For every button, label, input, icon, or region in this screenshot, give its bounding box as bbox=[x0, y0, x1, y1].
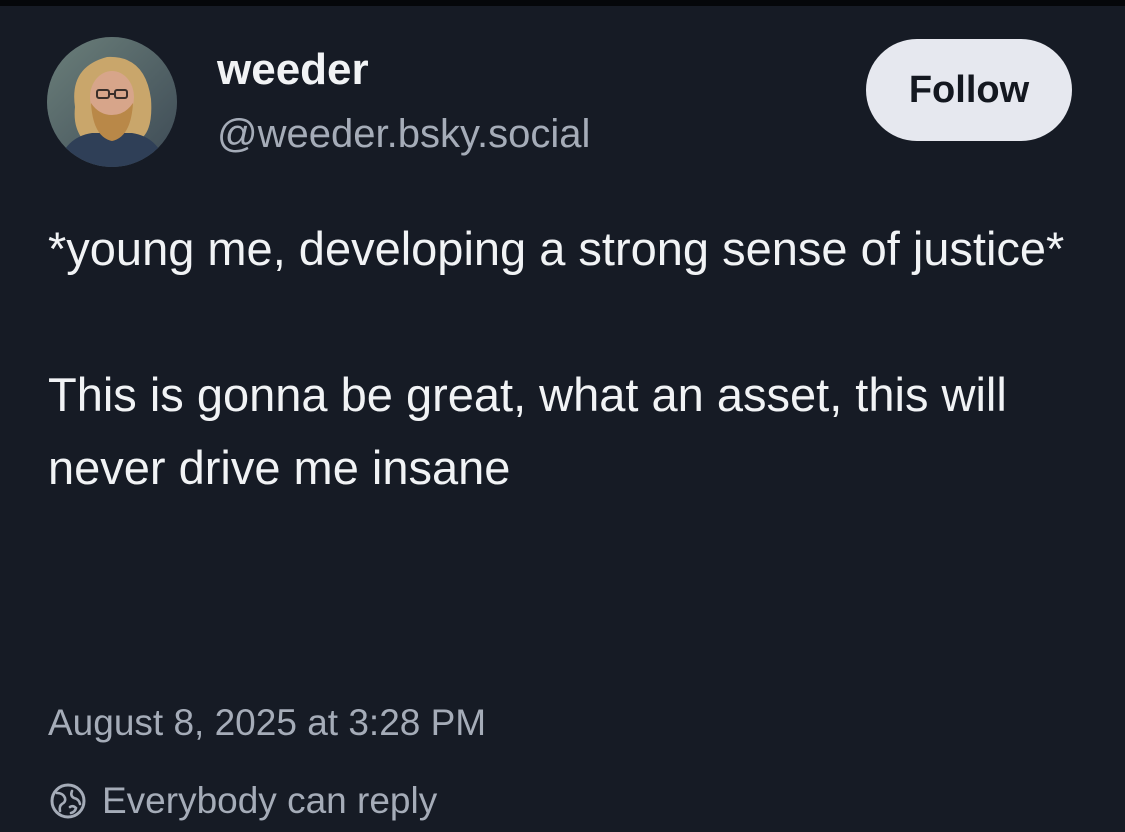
globe-earth-icon bbox=[48, 781, 88, 821]
post-body: *young me, developing a strong sense of … bbox=[48, 212, 1068, 504]
post-card: weeder @weeder.bsky.social Follow *young… bbox=[0, 6, 1125, 832]
post-paragraph: *young me, developing a strong sense of … bbox=[48, 222, 1065, 275]
author-display-name[interactable]: weeder bbox=[217, 44, 369, 96]
author-handle[interactable]: @weeder.bsky.social bbox=[217, 110, 590, 158]
reply-setting-label: Everybody can reply bbox=[102, 780, 438, 821]
avatar-photo-icon bbox=[47, 37, 177, 167]
post-paragraph: This is gonna be great, what an asset, t… bbox=[48, 368, 1007, 494]
follow-button[interactable]: Follow bbox=[866, 39, 1072, 141]
reply-setting: Everybody can reply bbox=[48, 778, 437, 824]
post-timestamp[interactable]: August 8, 2025 at 3:28 PM bbox=[48, 700, 486, 746]
avatar[interactable] bbox=[47, 37, 177, 167]
